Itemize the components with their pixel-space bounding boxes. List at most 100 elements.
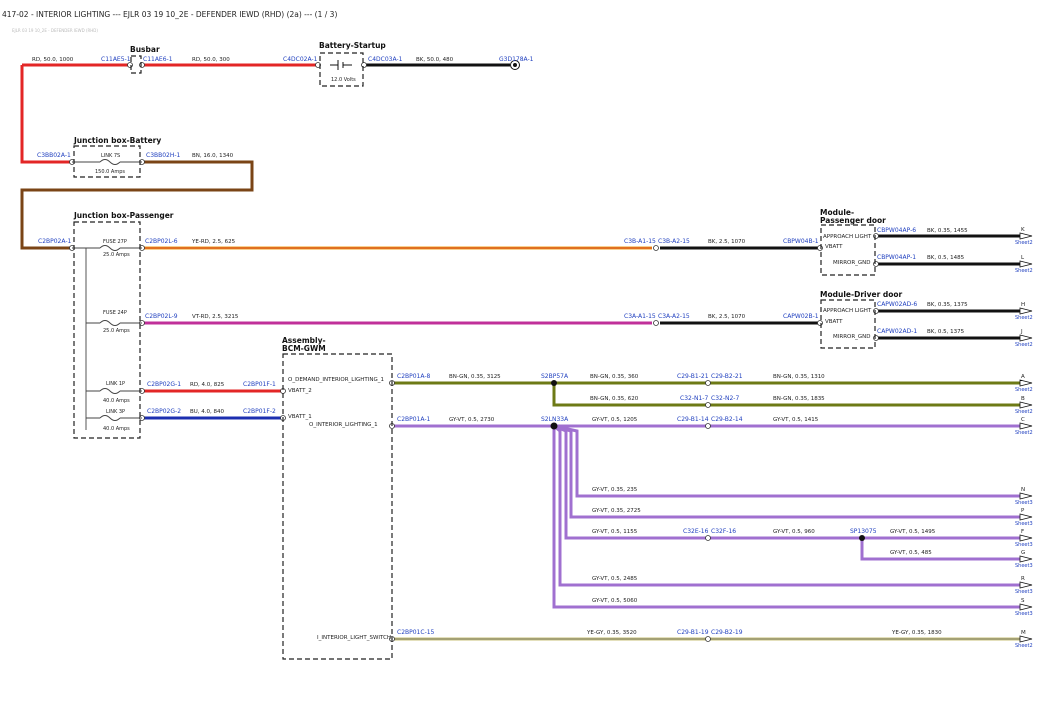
sheet-arrow-icon <box>1019 555 1033 563</box>
connector-pin-icon <box>361 62 367 68</box>
splice-dot-icon <box>551 380 557 386</box>
sheet-arrow-icon <box>1019 635 1033 643</box>
wire-label: YE-GY, 0.35, 3520 <box>586 630 637 636</box>
link3p-label: LINK 3P <box>106 409 125 415</box>
connector-pin-icon <box>873 233 879 239</box>
connector-label: C32-N2-7 <box>711 395 739 402</box>
fuse-icon <box>99 388 121 394</box>
pin-vbatt2: VBATT_2 <box>288 388 312 394</box>
ref-letter: P <box>1021 508 1025 514</box>
sheet-link[interactable]: Sheet3 <box>1015 611 1033 617</box>
connector-pin-icon <box>653 245 659 251</box>
sheet-link[interactable]: Sheet2 <box>1015 387 1033 393</box>
pin-o-interior: O_INTERIOR_LIGHTING_1 <box>309 422 378 428</box>
connector-label: C3BB02A-1 <box>37 152 71 159</box>
ref-letter: H <box>1021 302 1025 308</box>
wire-label: RD, 50.0, 1000 <box>32 57 74 63</box>
wire-label: BK, 2.5, 1070 <box>708 314 746 320</box>
connector-label: C2BP02L-9 <box>145 313 178 320</box>
fuse-icon <box>99 415 121 421</box>
sheet-link[interactable]: Sheet3 <box>1015 500 1033 506</box>
pin-approach-light-pass: APPROACH LIGHT <box>823 234 872 240</box>
wiring-diagram: Busbar Battery-Startup 12.0 Volts Juncti… <box>20 41 1033 660</box>
connector-label: C32E-16 <box>683 528 709 535</box>
link7s-rating: 150.0 Amps <box>95 169 125 175</box>
connector-pin-icon <box>873 261 879 267</box>
connector-label: C29-B2-21 <box>711 373 743 380</box>
connector-label: C11AE5-1 <box>101 56 131 63</box>
ref-letter: B <box>1021 396 1025 402</box>
wire-gy-vt-p <box>553 424 1020 519</box>
sheet-link[interactable]: Sheet3 <box>1015 589 1033 595</box>
connector-label: C32F-16 <box>711 528 736 535</box>
sheet-link[interactable]: Sheet2 <box>1015 315 1033 321</box>
sheet-arrow-icon <box>1019 492 1033 500</box>
ref-letter: L <box>1021 255 1025 261</box>
wire-brown <box>20 160 254 250</box>
sheet-arrow-icon <box>1019 307 1033 315</box>
splice-dot-icon <box>550 422 558 430</box>
inline-connector-icon <box>705 535 711 541</box>
ref-letter: S <box>1021 598 1025 604</box>
sheet-link[interactable]: Sheet2 <box>1015 643 1033 649</box>
connector-label: S2LN33A <box>541 416 569 423</box>
connector-pin-icon <box>127 62 133 68</box>
pin-vbatt-drv: VBATT <box>825 319 843 325</box>
connector-label: C2BP02A-1 <box>38 238 72 245</box>
link1p-rating: 40.0 Amps <box>103 398 130 404</box>
connector-label: C4DC03A-1 <box>368 56 403 63</box>
sheet-link[interactable]: Sheet3 <box>1015 542 1033 548</box>
wire-label: RD, 50.0, 300 <box>192 57 230 63</box>
passenger-door-box <box>820 224 876 276</box>
sheet-arrow-icon <box>1019 379 1033 387</box>
connector-label: C2BP01A-8 <box>397 373 431 380</box>
wire-label: BK, 0.35, 1455 <box>927 228 968 234</box>
connector-label: C3B-A1-15 <box>624 238 656 245</box>
busbar-label: Busbar <box>130 45 160 54</box>
pin-vbatt-pass: VBATT <box>825 244 843 250</box>
wire-label: YE-GY, 0.35, 1830 <box>891 630 942 636</box>
connector-label: G3D178A-1 <box>499 56 534 63</box>
sheet-link[interactable]: Sheet3 <box>1015 563 1033 569</box>
sheet-arrow-icon <box>1019 603 1033 611</box>
fuse24p-rating: 25.0 Amps <box>103 328 130 334</box>
connector-label: C2BP01F-2 <box>243 408 276 415</box>
ref-letter: C <box>1021 417 1025 423</box>
pin-i-switch: I_INTERIOR_LIGHT_SWITCH <box>317 635 391 641</box>
connector-label: C29-B2-19 <box>711 629 743 636</box>
connector-label: C11AE6-1 <box>143 56 173 63</box>
connector-label: SP13075 <box>850 528 877 535</box>
sheet-link[interactable]: Sheet2 <box>1015 342 1033 348</box>
assembly-bcm-box <box>282 353 393 660</box>
sheet-link[interactable]: Sheet2 <box>1015 240 1033 246</box>
pass-door-label-2: Passenger door <box>820 216 886 225</box>
wire-label: GY-VT, 0.5, 1495 <box>890 529 936 535</box>
sheet-link[interactable]: Sheet2 <box>1015 430 1033 436</box>
connector-label: C32-N1-7 <box>680 395 708 402</box>
wire-gy-vt-n <box>553 424 1020 498</box>
sheet-arrow-icon <box>1019 581 1033 589</box>
sheet-link[interactable]: Sheet2 <box>1015 409 1033 415</box>
link3p-rating: 40.0 Amps <box>103 426 130 432</box>
sheet-link[interactable]: Sheet2 <box>1015 268 1033 274</box>
wire-label: VT-RD, 2.5, 3215 <box>192 314 239 320</box>
pin-o-demand: O_DEMAND_INTERIOR_LIGHTING_1 <box>288 377 384 383</box>
ref-letter: R <box>1021 576 1025 582</box>
sheet-arrow-icon <box>1019 260 1033 268</box>
ground-icon-inner <box>513 63 517 67</box>
ref-letter: N <box>1021 487 1025 493</box>
sheet-arrow-icon <box>1019 513 1033 521</box>
connector-label: CAPW02AD-6 <box>877 301 917 308</box>
connector-label: C3BB02H-1 <box>146 152 181 159</box>
wire-label: BK, 0.5, 1485 <box>927 255 965 261</box>
ref-letter: A <box>1021 374 1025 380</box>
sheet-link[interactable]: Sheet3 <box>1015 521 1033 527</box>
battery-startup-label: Battery-Startup <box>319 41 386 50</box>
connector-label: C2BP02L-6 <box>145 238 178 245</box>
sheet-arrow-icon <box>1019 232 1033 240</box>
fuse24p-label: FUSE 24P <box>103 310 127 316</box>
wire-label: GY-VT, 0.5, 1415 <box>773 417 819 423</box>
connector-label: C3B-A2-15 <box>658 238 690 245</box>
assembly-label-2: BCM-GWM <box>282 344 326 353</box>
wire-label: BN-GN, 0.35, 1835 <box>773 396 825 402</box>
